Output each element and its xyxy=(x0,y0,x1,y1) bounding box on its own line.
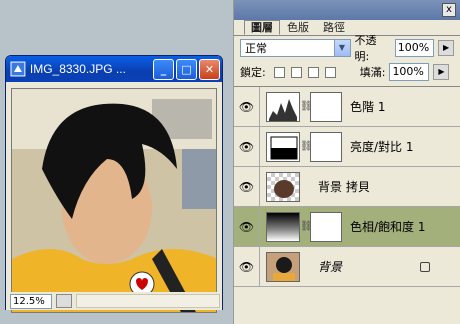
hue-saturation-thumbnail xyxy=(266,211,300,242)
photo-canvas[interactable] xyxy=(11,88,217,313)
blend-mode-select[interactable]: 正常 ▼ xyxy=(240,39,351,57)
layer-name: 亮度/對比 1 xyxy=(350,140,414,154)
close-button[interactable]: ✕ xyxy=(199,58,220,80)
fill-input[interactable]: 100% xyxy=(389,63,430,81)
link-icon: ⛓ xyxy=(300,221,313,232)
eye-icon[interactable]: 👁 xyxy=(234,166,260,207)
panel-tabs: 圖層 色版 路徑 xyxy=(234,20,460,36)
layer-row[interactable]: 👁 背景 xyxy=(234,246,460,287)
opacity-input[interactable]: 100% xyxy=(394,39,435,57)
tab-channels[interactable]: 色版 xyxy=(280,20,316,35)
layer-name: 色階 1 xyxy=(350,100,386,114)
zoom-field[interactable]: 12.5% xyxy=(10,293,52,309)
layer-name: 背景 拷貝 xyxy=(318,180,370,194)
blend-mode-value: 正常 xyxy=(245,42,267,55)
brightness-contrast-thumbnail xyxy=(266,131,300,162)
lock-transparency-icon[interactable] xyxy=(273,66,285,78)
layer-mask-thumbnail xyxy=(310,91,342,122)
opacity-label: 不透明: xyxy=(354,34,377,63)
background-thumbnail xyxy=(266,251,300,282)
portrait-photo xyxy=(12,89,216,312)
layer-name: 背景 xyxy=(318,260,343,274)
image-window[interactable]: IMG_8330.JPG ... _ □ ✕ 12.5% xyxy=(5,55,223,313)
link-icon: ⛓ xyxy=(300,101,313,112)
maximize-button[interactable]: □ xyxy=(176,58,197,80)
layer-mask-thumbnail xyxy=(310,211,342,242)
image-window-titlebar[interactable]: IMG_8330.JPG ... _ □ ✕ xyxy=(6,56,222,82)
tab-paths[interactable]: 路徑 xyxy=(316,20,352,35)
link-icon: ⛓ xyxy=(300,141,313,152)
chevron-down-icon: ▼ xyxy=(333,40,350,56)
eye-icon[interactable]: 👁 xyxy=(234,126,260,167)
minimize-button[interactable]: _ xyxy=(153,58,174,80)
layer-row[interactable]: 👁 背景 拷貝 xyxy=(234,166,460,207)
tab-layers[interactable]: 圖層 xyxy=(244,20,280,35)
image-status-bar: 12.5% xyxy=(6,292,222,310)
lock-icon xyxy=(420,261,430,272)
levels-thumbnail xyxy=(266,91,300,122)
eye-icon[interactable]: 👁 xyxy=(234,246,260,287)
layers-list: 👁 ⛓ 色階 1 👁 ⛓ 亮度/對比 1 👁 背景 拷貝 👁 ⛓ 色相/飽和度 … xyxy=(234,86,460,287)
opacity-flyout-button[interactable]: ▶ xyxy=(438,40,454,56)
panel-close-button[interactable]: x xyxy=(442,3,456,17)
layer-name: 色相/飽和度 1 xyxy=(350,220,426,234)
blend-row: 正常 ▼ 不透明: 100% ▶ xyxy=(234,34,460,63)
fill-label: 填滿: xyxy=(359,66,386,79)
layer-row-selected[interactable]: 👁 ⛓ 色相/飽和度 1 xyxy=(234,206,460,247)
lock-row: 鎖定: 填滿: 100% ▶ xyxy=(234,60,460,84)
layer-mask-thumbnail xyxy=(310,131,342,162)
layer-row[interactable]: 👁 ⛓ 亮度/對比 1 xyxy=(234,126,460,167)
eye-icon[interactable]: 👁 xyxy=(234,86,260,127)
photoshop-doc-icon xyxy=(10,61,26,77)
layer-row[interactable]: 👁 ⛓ 色階 1 xyxy=(234,86,460,127)
lock-label: 鎖定: xyxy=(240,66,266,79)
lock-all-icon[interactable] xyxy=(324,66,336,78)
background-copy-thumbnail xyxy=(266,171,300,202)
fill-flyout-button[interactable]: ▶ xyxy=(433,64,450,80)
panel-titlebar[interactable]: x xyxy=(234,0,460,20)
horizontal-scrollbar[interactable] xyxy=(76,294,220,308)
lock-position-icon[interactable] xyxy=(307,66,319,78)
layers-panel: x 圖層 色版 路徑 正常 ▼ 不透明: 100% ▶ 鎖定: 填滿: 100%… xyxy=(233,0,460,324)
eye-icon[interactable]: 👁 xyxy=(234,206,260,247)
image-window-title: IMG_8330.JPG ... xyxy=(29,62,126,76)
status-menu-icon[interactable] xyxy=(56,294,72,308)
lock-pixels-icon[interactable] xyxy=(290,66,302,78)
